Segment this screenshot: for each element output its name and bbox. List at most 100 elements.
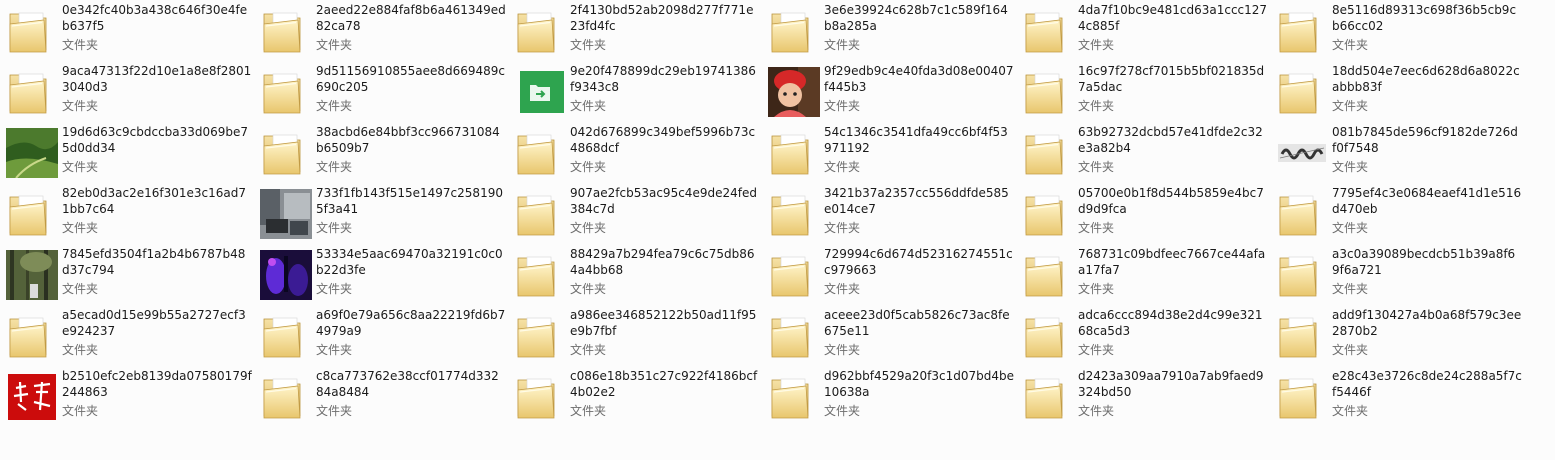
folder-item[interactable]: e28c43e3726c8de24c288a5f7cf5446f 文件夹	[1270, 366, 1524, 424]
folder-type: 文件夹	[570, 343, 607, 357]
folder-item[interactable]: c086e18b351c27c922f4186bcf4b02e2 文件夹	[508, 366, 762, 424]
folder-name: d2423a309aa7910a7ab9faed9324bd50	[1078, 369, 1264, 399]
folder-item[interactable]: 042d676899c349bef5996b73c4868dcf 文件夹	[508, 122, 762, 180]
folder-item[interactable]: 88429a7b294fea79c6c75db864a4bb68 文件夹	[508, 244, 762, 302]
folder-type: 文件夹	[62, 343, 99, 357]
folder-type: 文件夹	[824, 404, 861, 418]
folder-name: a3c0a39089becdcb51b39a8f69f6a721	[1332, 247, 1516, 277]
folder-item[interactable]: 733f1fb143f515e1497c2581905f3a41 文件夹	[254, 183, 508, 241]
folder-item[interactable]: 16c97f278cf7015b5bf021835d7a5dac 文件夹	[1016, 61, 1270, 119]
folder-item[interactable]: 3421b37a2357cc556ddfde585e014ce7 文件夹	[762, 183, 1016, 241]
folder-icon	[514, 128, 566, 178]
folder-icon	[1276, 67, 1328, 117]
folder-item[interactable]: 4da7f10bc9e481cd63a1ccc1274c885f 文件夹	[1016, 0, 1270, 58]
folder-type: 文件夹	[62, 404, 99, 418]
folder-type: 文件夹	[316, 343, 353, 357]
folder-icon	[1022, 311, 1074, 361]
folder-type: 文件夹	[316, 99, 353, 113]
folder-item[interactable]: 3e6e39924c628b7c1c589f164b8a285a 文件夹	[762, 0, 1016, 58]
folder-name: a5ecad0d15e99b55a2727ecf3e924237	[62, 308, 246, 338]
folder-item[interactable]: a69f0e79a656c8aa22219fd6b74979a9 文件夹	[254, 305, 508, 363]
folder-icon	[1022, 189, 1074, 239]
folder-name: a986ee346852122b50ad11f95e9b7fbf	[570, 308, 757, 338]
folder-icon	[1276, 250, 1328, 300]
folder-item[interactable]: 768731c09bdfeec7667ce44afaa17fa7 文件夹	[1016, 244, 1270, 302]
photo-landscape-icon	[6, 128, 58, 178]
folder-type: 文件夹	[570, 38, 607, 52]
folder-type: 文件夹	[1332, 404, 1369, 418]
folder-name: 8e5116d89313c698f36b5cb9cb66cc02	[1332, 3, 1517, 33]
folder-item[interactable]: 2f4130bd52ab2098d277f771e23fd4fc 文件夹	[508, 0, 762, 58]
folder-item[interactable]: a3c0a39089becdcb51b39a8f69f6a721 文件夹	[1270, 244, 1524, 302]
folder-name: 081b7845de596cf9182de726df0f7548	[1332, 125, 1518, 155]
folder-item[interactable]: c8ca773762e38ccf01774d33284a8484 文件夹	[254, 366, 508, 424]
folder-item[interactable]: 53334e5aac69470a32191c0c0b22d3fe 文件夹	[254, 244, 508, 302]
folder-item[interactable]: adca6ccc894d38e2d4c99e32168ca5d3 文件夹	[1016, 305, 1270, 363]
folder-item[interactable]: 0e342fc40b3a438c646f30e4feb637f5 文件夹	[0, 0, 254, 58]
photo-forest-icon	[6, 250, 58, 300]
folder-item[interactable]: 38acbd6e84bbf3cc966731084b6509b7 文件夹	[254, 122, 508, 180]
folder-icon	[514, 250, 566, 300]
folder-icon	[260, 6, 312, 56]
folder-icon	[768, 189, 820, 239]
folder-item[interactable]: 63b92732dcbd57e41dfde2c32e3a82b4 文件夹	[1016, 122, 1270, 180]
folder-type: 文件夹	[62, 221, 99, 235]
folder-name: 4da7f10bc9e481cd63a1ccc1274c885f	[1078, 3, 1268, 33]
folder-item[interactable]: 7795ef4c3e0684eaef41d1e516d470eb 文件夹	[1270, 183, 1524, 241]
folder-name: 7845efd3504f1a2b4b6787b48d37c794	[62, 247, 246, 277]
folder-item[interactable]: 9aca47313f22d10e1a8e8f28013040d3 文件夹	[0, 61, 254, 119]
folder-type: 文件夹	[1078, 221, 1115, 235]
folder-type: 文件夹	[570, 160, 607, 174]
folder-item[interactable]: 18dd504e7eec6d628d6a8022cabbb83f 文件夹	[1270, 61, 1524, 119]
folder-item[interactable]: d2423a309aa7910a7ab9faed9324bd50 文件夹	[1016, 366, 1270, 424]
folder-icon	[514, 189, 566, 239]
folder-item[interactable]: add9f130427a4b0a68f579c3ee2870b2 文件夹	[1270, 305, 1524, 363]
folder-icon	[514, 6, 566, 56]
folder-name: 82eb0d3ac2e16f301e3c16ad71bb7c64	[62, 186, 247, 216]
folder-type: 文件夹	[1332, 38, 1369, 52]
folder-type: 文件夹	[1078, 99, 1115, 113]
folder-icon	[768, 6, 820, 56]
folder-item[interactable]: 2aeed22e884faf8b6a461349ed82ca78 文件夹	[254, 0, 508, 58]
folder-name: 9aca47313f22d10e1a8e8f28013040d3	[62, 64, 252, 94]
folder-item[interactable]: a986ee346852122b50ad11f95e9b7fbf 文件夹	[508, 305, 762, 363]
folder-name: 3421b37a2357cc556ddfde585e014ce7	[824, 186, 1009, 216]
folder-item[interactable]: 907ae2fcb53ac95c4e9de24fed384c7d 文件夹	[508, 183, 762, 241]
folder-item[interactable]: 05700e0b1f8d544b5859e4bc7d9d9fca 文件夹	[1016, 183, 1270, 241]
photo-street-icon	[260, 189, 312, 239]
folder-item[interactable]: 8e5116d89313c698f36b5cb9cb66cc02 文件夹	[1270, 0, 1524, 58]
folder-item[interactable]: aceee23d0f5cab5826c73ac8fe675e11 文件夹	[762, 305, 1016, 363]
folder-item[interactable]: 82eb0d3ac2e16f301e3c16ad71bb7c64 文件夹	[0, 183, 254, 241]
folder-item[interactable]: 19d6d63c9cbdccba33d069be75d0dd34 文件夹	[0, 122, 254, 180]
folder-item[interactable]: 7845efd3504f1a2b4b6787b48d37c794 文件夹	[0, 244, 254, 302]
folder-item[interactable]: d962bbf4529a20f3c1d07bd4be10638a 文件夹	[762, 366, 1016, 424]
folder-item[interactable]: 9d51156910855aee8d669489c690c205 文件夹	[254, 61, 508, 119]
folder-item[interactable]: a5ecad0d15e99b55a2727ecf3e924237 文件夹	[0, 305, 254, 363]
folder-item[interactable]: 081b7845de596cf9182de726df0f7548 文件夹	[1270, 122, 1524, 180]
folder-type: 文件夹	[1332, 343, 1369, 357]
folder-icon	[260, 311, 312, 361]
folder-type: 文件夹	[570, 99, 607, 113]
folder-icon	[1022, 128, 1074, 178]
folder-name: 05700e0b1f8d544b5859e4bc7d9d9fca	[1078, 186, 1264, 216]
folder-name: 38acbd6e84bbf3cc966731084b6509b7	[316, 125, 500, 155]
folder-name: aceee23d0f5cab5826c73ac8fe675e11	[824, 308, 1010, 338]
folder-name: 907ae2fcb53ac95c4e9de24fed384c7d	[570, 186, 757, 216]
folder-icon	[1276, 6, 1328, 56]
green-app-icon	[514, 67, 566, 117]
folder-type: 文件夹	[316, 282, 353, 296]
folder-item[interactable]: 9e20f478899dc29eb19741386f9343c8 文件夹	[508, 61, 762, 119]
folder-type: 文件夹	[824, 343, 861, 357]
folder-type: 文件夹	[316, 221, 353, 235]
folder-type: 文件夹	[316, 38, 353, 52]
folder-name: 0e342fc40b3a438c646f30e4feb637f5	[62, 3, 248, 33]
folder-item[interactable]: 54c1346c3541dfa49cc6bf4f53971192 文件夹	[762, 122, 1016, 180]
folder-icon	[6, 67, 58, 117]
folder-icon	[260, 372, 312, 422]
folder-item[interactable]: 729994c6d674d52316274551cc979663 文件夹	[762, 244, 1016, 302]
folder-item[interactable]: b2510efc2eb8139da07580179f244863 文件夹	[0, 366, 254, 424]
folder-name: 729994c6d674d52316274551cc979663	[824, 247, 1013, 277]
folder-type: 文件夹	[1078, 38, 1115, 52]
folder-item[interactable]: 9f29edb9c4e40fda3d08e00407f445b3 文件夹	[762, 61, 1016, 119]
folder-name: 7795ef4c3e0684eaef41d1e516d470eb	[1332, 186, 1522, 216]
